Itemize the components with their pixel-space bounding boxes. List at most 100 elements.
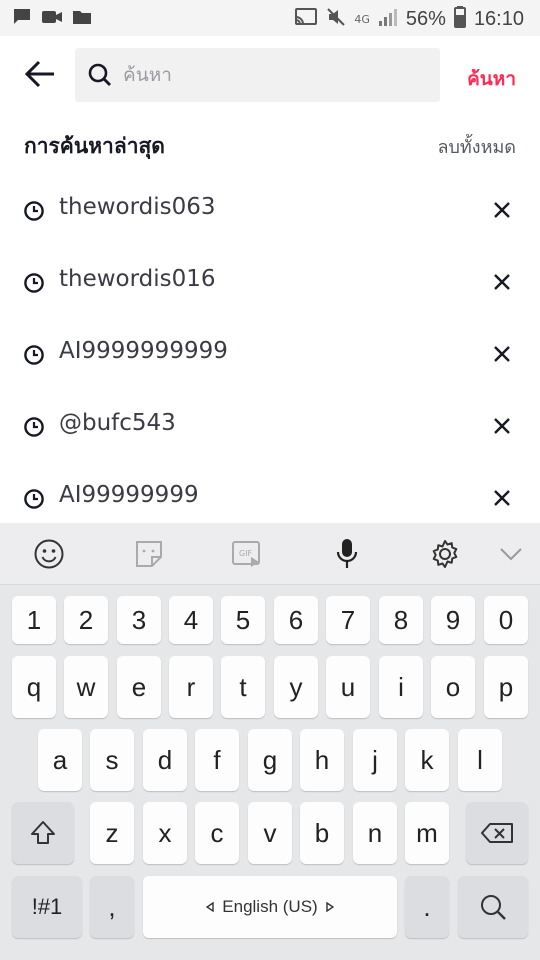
key-s[interactable]: s <box>90 729 134 791</box>
key-9[interactable]: 9 <box>431 596 475 644</box>
key-h[interactable]: h <box>300 729 344 791</box>
gif-icon[interactable]: GIF <box>230 537 264 571</box>
key-f[interactable]: f <box>195 729 239 791</box>
backspace-key[interactable] <box>466 802 528 864</box>
cast-icon <box>294 7 318 32</box>
key-n[interactable]: n <box>353 802 397 864</box>
key-d[interactable]: d <box>143 729 187 791</box>
space-key-label: English (US) <box>222 897 318 916</box>
key-j[interactable]: j <box>353 729 397 791</box>
key-o[interactable]: o <box>431 656 475 718</box>
history-item[interactable]: thewordis063 <box>0 176 540 248</box>
language-right-icon <box>326 902 334 912</box>
key-x[interactable]: x <box>143 802 187 864</box>
shift-key[interactable] <box>12 802 74 864</box>
history-item[interactable]: AI9999999999 <box>0 320 540 392</box>
clear-all-button[interactable]: ลบทั้งหมด <box>437 132 516 161</box>
message-icon <box>12 8 32 30</box>
key-y[interactable]: y <box>274 656 318 718</box>
key-w[interactable]: w <box>64 656 108 718</box>
folder-icon <box>72 9 92 29</box>
recent-searches-title: การค้นหาล่าสุด <box>24 134 165 158</box>
key-k[interactable]: k <box>405 729 449 791</box>
language-left-icon <box>206 902 214 912</box>
emoji-icon[interactable] <box>32 537 66 571</box>
remove-history-button[interactable] <box>492 200 512 220</box>
history-item-text: thewordis016 <box>59 266 216 292</box>
space-key[interactable]: English (US) <box>143 876 397 938</box>
settings-icon[interactable] <box>428 537 462 571</box>
collapse-icon[interactable] <box>494 537 528 571</box>
key-g[interactable]: g <box>248 729 292 791</box>
key-c[interactable]: c <box>195 802 239 864</box>
clock-icon <box>23 344 45 370</box>
key-4[interactable]: 4 <box>169 596 213 644</box>
history-item-text: AI99999999 <box>59 482 199 508</box>
search-button[interactable]: ค้นหา <box>467 64 516 94</box>
key-7[interactable]: 7 <box>326 596 370 644</box>
soft-keyboard: GIF 1 2 3 4 5 6 7 8 9 0 q w e r t y u i … <box>0 523 540 960</box>
clock-time: 16:10 <box>473 8 524 30</box>
close-icon <box>494 490 510 506</box>
key-i[interactable]: i <box>379 656 423 718</box>
key-5[interactable]: 5 <box>221 596 265 644</box>
search-input[interactable] <box>123 48 423 102</box>
key-b[interactable]: b <box>300 802 344 864</box>
clock-icon <box>23 488 45 514</box>
history-item-text: AI9999999999 <box>59 338 228 364</box>
key-2[interactable]: 2 <box>64 596 108 644</box>
clock-icon <box>23 200 45 226</box>
mute-icon <box>326 7 346 32</box>
signal-icon <box>378 7 398 32</box>
key-p[interactable]: p <box>484 656 528 718</box>
key-l[interactable]: l <box>458 729 502 791</box>
microphone-icon[interactable] <box>330 537 364 571</box>
key-v[interactable]: v <box>248 802 292 864</box>
search-key[interactable] <box>458 876 528 938</box>
close-icon <box>494 202 510 218</box>
network-icon: 4G <box>354 12 370 26</box>
key-t[interactable]: t <box>221 656 265 718</box>
key-q[interactable]: q <box>12 656 56 718</box>
key-0[interactable]: 0 <box>484 596 528 644</box>
history-item[interactable]: thewordis016 <box>0 248 540 320</box>
search-history-list: thewordis063 thewordis016 AI9999999999 @… <box>0 176 540 536</box>
shift-icon <box>31 821 55 844</box>
search-icon <box>87 62 113 92</box>
keyboard-toolbar: GIF <box>0 523 540 585</box>
close-icon <box>494 418 510 434</box>
back-button[interactable] <box>22 56 58 92</box>
key-e[interactable]: e <box>117 656 161 718</box>
recent-searches-header: การค้นหาล่าสุด ลบทั้งหมด <box>0 126 540 166</box>
close-icon <box>494 346 510 362</box>
key-3[interactable]: 3 <box>117 596 161 644</box>
period-key[interactable]: . <box>405 876 449 938</box>
remove-history-button[interactable] <box>492 272 512 292</box>
video-icon <box>41 9 63 29</box>
key-a[interactable]: a <box>38 729 82 791</box>
battery-percent: 56% <box>405 8 446 30</box>
arrow-left-icon <box>24 60 54 88</box>
key-u[interactable]: u <box>326 656 370 718</box>
history-item-text: @bufc543 <box>59 410 176 436</box>
remove-history-button[interactable] <box>492 488 512 508</box>
key-m[interactable]: m <box>405 802 449 864</box>
battery-icon <box>453 6 466 33</box>
key-r[interactable]: r <box>169 656 213 718</box>
symbols-key[interactable]: !#1 <box>12 876 82 938</box>
key-1[interactable]: 1 <box>12 596 56 644</box>
search-icon <box>481 895 506 920</box>
remove-history-button[interactable] <box>492 416 512 436</box>
clock-icon <box>23 272 45 298</box>
search-box[interactable] <box>75 48 440 102</box>
remove-history-button[interactable] <box>492 344 512 364</box>
key-8[interactable]: 8 <box>379 596 423 644</box>
comma-key[interactable]: , <box>90 876 134 938</box>
key-6[interactable]: 6 <box>274 596 318 644</box>
history-item-text: thewordis063 <box>59 194 216 220</box>
key-z[interactable]: z <box>90 802 134 864</box>
close-icon <box>494 274 510 290</box>
status-bar: 4G 56% 16:10 <box>0 0 540 36</box>
history-item[interactable]: @bufc543 <box>0 392 540 464</box>
sticker-icon[interactable] <box>132 537 166 571</box>
